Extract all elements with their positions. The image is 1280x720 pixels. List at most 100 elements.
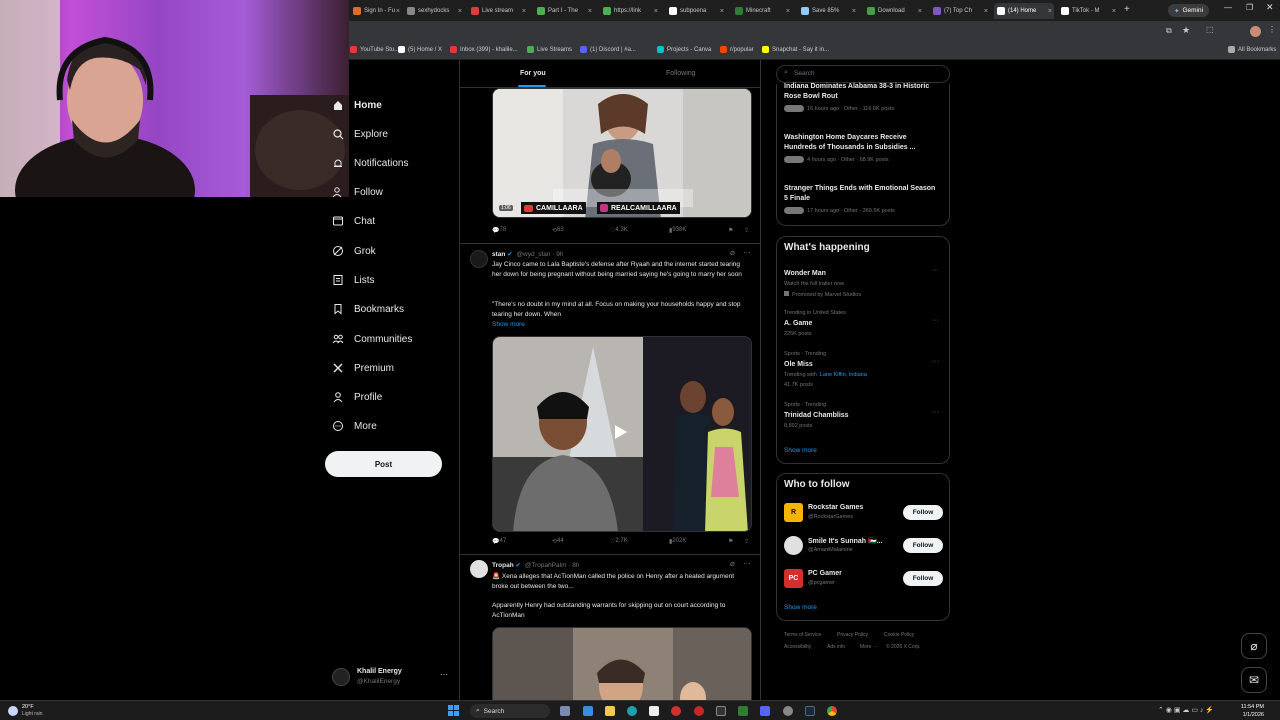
browser-tab[interactable]: (14) Home × [994, 3, 1054, 19]
bookmark-item[interactable]: Snapchat - Say it in... [762, 46, 829, 53]
tweet2-show-more[interactable]: Show more [492, 320, 750, 330]
tweet1-video[interactable]: 1:06 CAMILLAARA REALCAMILLAARA [492, 88, 752, 218]
taskview-icon[interactable] [560, 706, 570, 716]
follow-name[interactable]: Smile It's Sunnah 🇵🇸... [808, 537, 883, 545]
views-button[interactable]: ▮ 938K [669, 227, 686, 234]
bookmark-item[interactable]: r/popular [720, 46, 754, 53]
tweet3-author[interactable]: Tropah [492, 562, 514, 569]
sidebar-item-notifications[interactable]: Notifications [332, 155, 408, 171]
browser-tab[interactable]: Sign In - Fu × [350, 3, 402, 19]
like-button[interactable]: ♡ 2.7K [610, 538, 628, 545]
close-tab-icon[interactable]: × [852, 8, 856, 15]
trend-more-icon[interactable]: ··· [932, 409, 939, 416]
weather-widget[interactable]: 20°F Light rain [8, 703, 43, 719]
discord-icon[interactable] [760, 706, 770, 716]
sidebar-item-home[interactable]: Home [332, 97, 382, 113]
close-tab-icon[interactable]: × [396, 8, 400, 15]
grok-floating-button[interactable]: ⌀ [1241, 633, 1267, 659]
star-icon[interactable]: ★ [1182, 25, 1190, 36]
explorer-icon[interactable] [605, 706, 615, 716]
chrome-icon[interactable] [827, 706, 837, 716]
reply-button[interactable]: 💬 47 [492, 538, 506, 545]
footer-link[interactable]: Cookie Policy [884, 632, 914, 638]
browser-tab[interactable]: subpoena × [666, 3, 726, 19]
close-tab-icon[interactable]: × [588, 8, 592, 15]
windows-start-icon[interactable] [448, 705, 459, 716]
system-tray[interactable]: ⌃ ◉ ▣ ☁ ▭ ♪ ⚡ [1158, 706, 1214, 714]
widgets-icon[interactable] [583, 706, 593, 716]
share-icon[interactable]: ⇪ [744, 538, 749, 545]
close-tab-icon[interactable]: × [1048, 8, 1052, 15]
sidebar-item-more[interactable]: More [332, 418, 377, 434]
trend-name[interactable]: Wonder Man [784, 270, 826, 277]
sidebar-item-premium[interactable]: Premium [332, 360, 394, 376]
footer-link[interactable]: Accessibility [784, 644, 811, 650]
like-button[interactable]: ♡ 4.3K [610, 227, 628, 234]
follow-button[interactable]: Follow [903, 505, 943, 520]
follow-avatar[interactable]: R [784, 503, 803, 522]
reply-button[interactable]: 💬 78 [492, 227, 506, 234]
gemini-button[interactable]: ✦ Gemini [1168, 4, 1210, 17]
browser-tab[interactable]: TikTok - M × [1058, 3, 1118, 19]
trend-name[interactable]: Ole Miss [784, 361, 813, 368]
follow-button[interactable]: Follow [903, 571, 943, 586]
clock[interactable]: 11:54 PM 1/1/2026 [1220, 703, 1264, 719]
minimize-button[interactable]: — [1224, 3, 1232, 12]
trend-more-icon[interactable]: ··· [932, 317, 939, 324]
bookmark-item[interactable]: YouTube Stu... [350, 46, 399, 53]
tweet2-grok-icon[interactable]: ⌀ [730, 248, 735, 257]
tweet2-more-icon[interactable]: ··· [743, 248, 751, 257]
follow-name[interactable]: PC Gamer [808, 570, 842, 577]
sidebar-item-chat[interactable]: Chat [332, 213, 375, 229]
extensions-icon[interactable]: ⬚ [1206, 25, 1214, 34]
trend-more-icon[interactable]: ··· [932, 358, 939, 365]
follow-button[interactable]: Follow [903, 538, 943, 553]
app-red2-icon[interactable] [694, 706, 704, 716]
browser-tab[interactable]: Download × [864, 3, 924, 19]
new-tab-button[interactable]: + [1124, 4, 1130, 15]
bookmark-item[interactable]: (5) Home / X [398, 46, 442, 53]
follow-show-more[interactable]: Show more [784, 604, 817, 611]
footer-link[interactable]: Terms of Service [784, 632, 821, 638]
messages-floating-button[interactable]: ✉ [1241, 667, 1267, 693]
tweet2-video[interactable] [492, 336, 752, 532]
trends-show-more[interactable]: Show more [784, 447, 817, 454]
footer-link[interactable]: Ads info [827, 644, 845, 650]
app-capcut-icon[interactable] [716, 706, 726, 716]
share-icon[interactable]: ⇪ [744, 227, 749, 234]
close-tab-icon[interactable]: × [522, 8, 526, 15]
trend-name[interactable]: A. Game [784, 320, 812, 327]
tweet3-grok-icon[interactable]: ⌀ [730, 559, 735, 568]
trend-link[interactable]: Lane Kiffin, Indiana [820, 372, 867, 378]
close-tab-icon[interactable]: × [458, 8, 462, 15]
account-switcher[interactable]: Khalil Energy @KhalilEnergy ··· [332, 664, 452, 692]
close-tab-icon[interactable]: × [720, 8, 724, 15]
tweet2-avatar[interactable] [470, 250, 488, 268]
trend-name[interactable]: Trinidad Chambliss [784, 412, 849, 419]
trend-more-icon[interactable]: ··· [932, 267, 939, 274]
tab-following[interactable]: Following [666, 70, 696, 77]
browser-tab[interactable]: Minecraft × [732, 3, 792, 19]
tweet2-author[interactable]: stan [492, 251, 505, 258]
browser-tab[interactable]: Save 85% × [798, 3, 858, 19]
install-icon[interactable]: ⧉ [1166, 26, 1172, 36]
views-button[interactable]: ▮ 202K [669, 538, 686, 545]
taskbar-search[interactable]: ⌕ Search [470, 704, 550, 718]
profile-avatar[interactable] [1250, 26, 1261, 37]
retweet-button[interactable]: ⟲ 63 [552, 227, 564, 234]
close-tab-icon[interactable]: × [786, 8, 790, 15]
sidebar-item-grok[interactable]: Grok [332, 243, 376, 259]
all-bookmarks[interactable]: All Bookmarks [1228, 46, 1276, 53]
browser-tab[interactable]: https://link × [600, 3, 660, 19]
follow-name[interactable]: Rockstar Games [808, 504, 863, 511]
app-gear-icon[interactable] [783, 706, 793, 716]
close-window-button[interactable]: ✕ [1266, 2, 1274, 13]
news-title[interactable]: Washington Home Daycares Receive Hundred… [784, 133, 940, 153]
close-tab-icon[interactable]: × [1112, 8, 1116, 15]
follow-avatar[interactable] [784, 536, 803, 555]
tweet3-more-icon[interactable]: ··· [743, 559, 751, 568]
browser-tab[interactable]: Part I - The × [534, 3, 594, 19]
maximize-button[interactable]: ❐ [1246, 3, 1253, 12]
footer-link[interactable]: © 2026 X Corp. [886, 644, 921, 650]
bookmark-icon[interactable]: ⚑ [728, 227, 733, 234]
